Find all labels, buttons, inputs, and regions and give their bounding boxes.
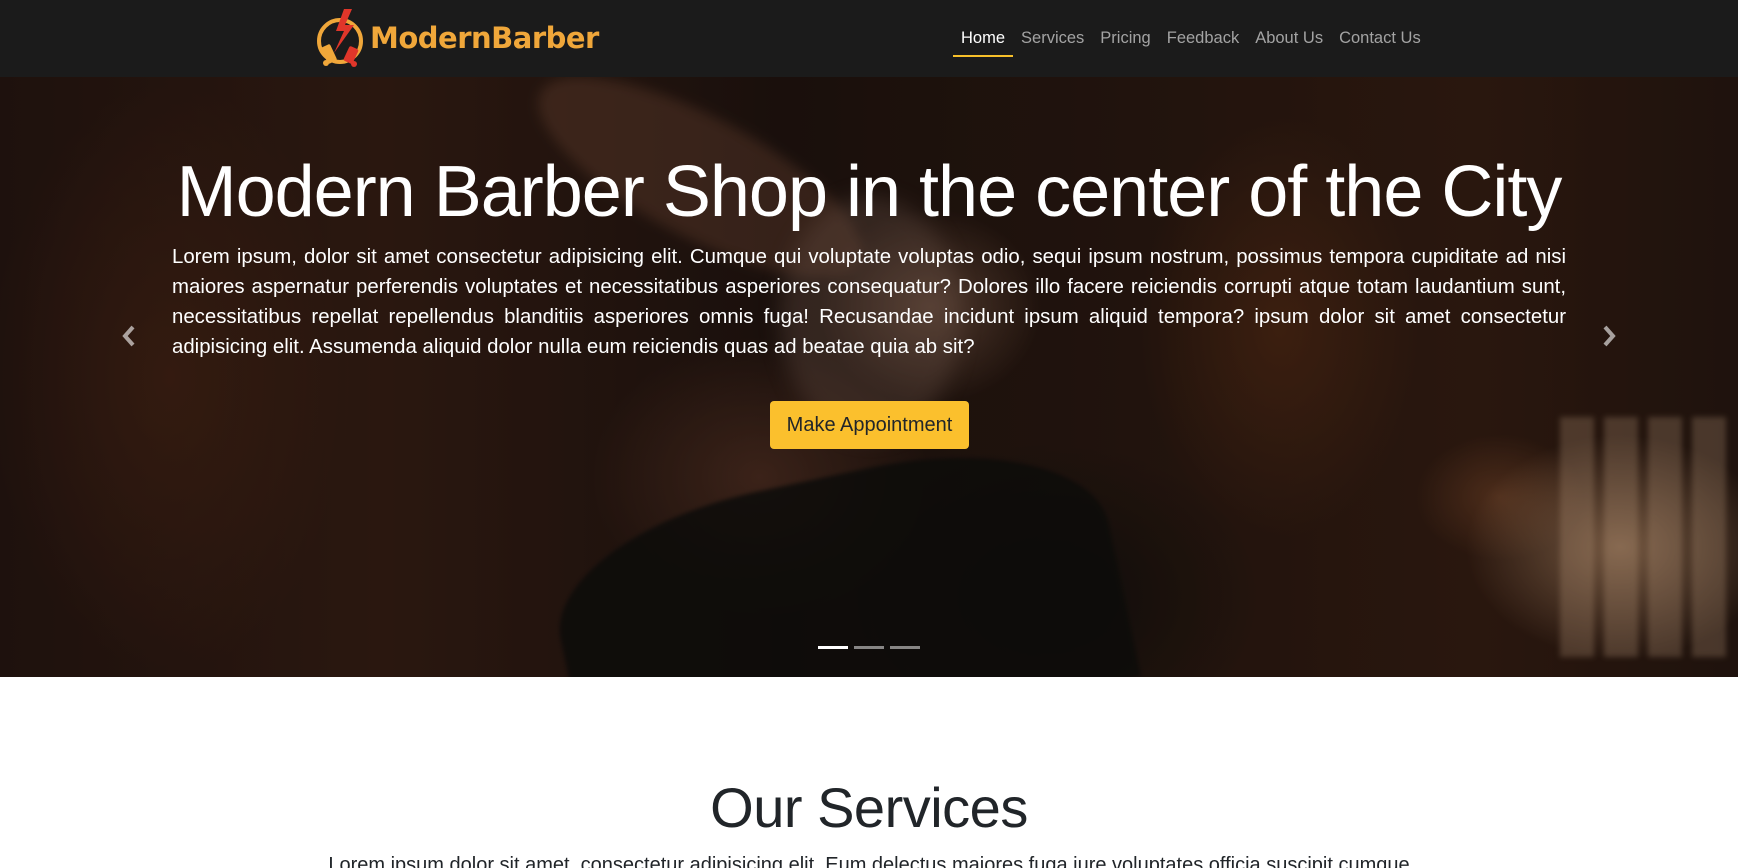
navbar: ModernBarber Home Services Pricing Feedb… (0, 0, 1738, 77)
brand-name: ModernBarber (370, 21, 599, 55)
carousel-prev-button[interactable] (114, 321, 144, 351)
services-description: Lorem ipsum dolor sit amet, consectetur … (328, 854, 1410, 868)
hero-title: Modern Barber Shop in the center of the … (176, 152, 1563, 232)
nav-item-contact-us[interactable]: Contact Us (1331, 0, 1429, 77)
carousel-indicator-3[interactable] (890, 646, 920, 649)
chevron-right-icon (1603, 325, 1616, 347)
make-appointment-button[interactable]: Make Appointment (770, 401, 969, 449)
carousel-indicators (0, 646, 1738, 649)
nav-item-about-us[interactable]: About Us (1247, 0, 1331, 77)
services-title: Our Services (710, 776, 1028, 839)
carousel-next-button[interactable] (1594, 321, 1624, 351)
nav-item-home[interactable]: Home (953, 0, 1014, 77)
chevron-left-icon (122, 325, 135, 347)
carousel-indicator-1[interactable] (818, 646, 848, 649)
nav-item-feedback[interactable]: Feedback (1159, 0, 1247, 77)
brand-logo-link[interactable]: ModernBarber (314, 4, 599, 72)
main-nav: Home Services Pricing Feedback About Us … (953, 0, 1429, 77)
carousel-indicator-2[interactable] (854, 646, 884, 649)
barber-logo-icon (317, 9, 363, 67)
nav-item-services[interactable]: Services (1013, 0, 1092, 77)
hero-description: Lorem ipsum, dolor sit amet consectetur … (172, 246, 1566, 358)
nav-item-pricing[interactable]: Pricing (1092, 0, 1158, 77)
